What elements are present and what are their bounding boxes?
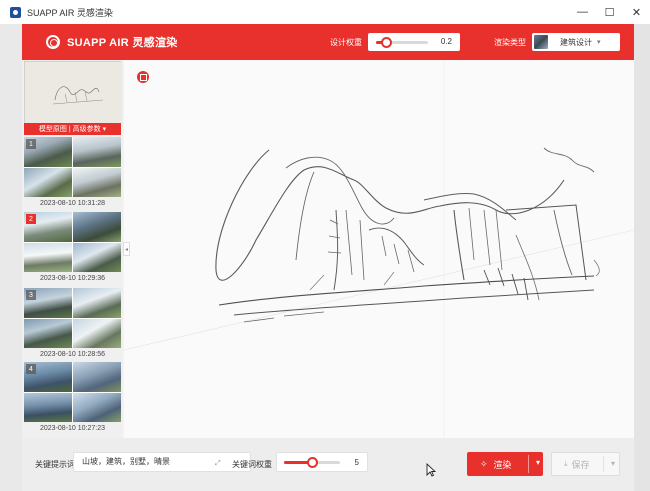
brand-logo-icon	[46, 35, 60, 49]
render-button-divider	[528, 455, 529, 473]
expand-icon[interactable]: ⤢	[215, 460, 221, 468]
history-number-badge: 1	[26, 139, 36, 149]
history-number-badge: 4	[26, 364, 36, 374]
bottom-toolbar: 关键提示词 山坡，建筑，别墅，晴景 ⤢ 关键词权重 5 ✧ 渲染 ▾ ⤓ 保存 …	[22, 438, 634, 491]
history-number-badge: 2	[26, 214, 36, 224]
history-item[interactable]: 1 2023-08-10 10:31:28	[24, 137, 121, 209]
maximize-button[interactable]: ☐	[596, 0, 623, 24]
render-thumbnail	[73, 362, 121, 392]
render-thumbnail	[73, 137, 121, 167]
original-sketch-thumbnail	[25, 62, 122, 124]
design-weight-knob[interactable]	[381, 37, 393, 48]
minimize-button[interactable]: —	[569, 0, 596, 24]
chevron-left-icon[interactable]: ◂	[123, 242, 130, 256]
keyword-prompt-input[interactable]: 山坡，建筑，别墅，晴景	[73, 452, 251, 472]
design-weight-track[interactable]	[376, 37, 428, 48]
history-item[interactable]: 4 2023-08-10 10:27:23	[24, 362, 121, 434]
history-timestamp: 2023-08-10 10:31:28	[40, 200, 105, 207]
keyword-weight-label: 关键词权重	[232, 460, 272, 469]
save-button[interactable]: ⤓ 保存 ▾	[551, 452, 620, 476]
history-item[interactable]: 2 2023-08-10 10:29:36	[24, 212, 121, 284]
history-timestamp: 2023-08-10 10:29:36	[40, 275, 105, 282]
sketch-image	[124, 60, 634, 438]
render-options-chevron-icon[interactable]: ▾	[536, 458, 540, 467]
download-icon: ⤓	[564, 459, 568, 468]
history-thumbnail-grid	[24, 288, 121, 348]
window-controls: — ☐ ✕	[569, 0, 650, 24]
render-thumbnail	[24, 318, 72, 348]
app-window: SUAPP AIR 灵感渲染 — ☐ ✕ SUAPP AIR 灵感渲染 设计权重…	[0, 0, 650, 491]
render-type-value: 建筑设计	[560, 37, 592, 47]
render-button[interactable]: ✧ 渲染 ▾	[467, 452, 543, 476]
header-controls: 设计权重 0.2 渲染类型 建筑设计 ▾	[330, 31, 620, 53]
chevron-down-icon: ▾	[597, 39, 601, 46]
window-title: SUAPP AIR 灵感渲染	[27, 7, 113, 18]
keyword-prompt-label: 关键提示词	[35, 460, 75, 469]
brand-name: SUAPP AIR 灵感渲染	[67, 37, 178, 49]
history-thumbnail-grid	[24, 362, 121, 422]
render-thumbnail	[73, 242, 121, 272]
render-thumbnail	[73, 288, 121, 318]
render-thumbnail	[73, 392, 121, 422]
render-type-label: 渲染类型	[494, 37, 526, 47]
render-thumbnail	[24, 167, 72, 197]
design-weight-label: 设计权重	[330, 37, 362, 47]
history-thumbnail-grid	[24, 137, 121, 197]
render-thumbnail	[24, 392, 72, 422]
left-background-strip	[0, 24, 22, 491]
render-thumbnail	[73, 318, 121, 348]
render-thumbnail	[24, 242, 72, 272]
original-advanced-tab-label: 模型原图 | 高级参数	[38, 126, 101, 133]
history-timestamp: 2023-08-10 10:27:23	[40, 425, 105, 432]
keyword-weight-knob[interactable]	[307, 457, 318, 468]
history-sidebar: 模型原图 | 高级参数 ▾ 1 2023-08-10 10:31:28 2 20…	[22, 60, 123, 438]
render-type-select[interactable]: 建筑设计 ▾	[532, 33, 620, 51]
render-thumbnail	[73, 167, 121, 197]
title-bar: SUAPP AIR 灵感渲染 — ☐ ✕	[0, 0, 650, 24]
sketch-canvas[interactable]	[124, 60, 634, 438]
wand-icon: ✧	[480, 458, 488, 469]
design-weight-value: 0.2	[440, 37, 452, 46]
history-timestamp: 2023-08-10 10:28:56	[40, 351, 105, 358]
app-header: SUAPP AIR 灵感渲染 设计权重 0.2 渲染类型 建筑设计 ▾	[22, 24, 634, 60]
close-button[interactable]: ✕	[623, 0, 650, 24]
right-background-strip	[634, 24, 650, 491]
keyword-weight-slider[interactable]: 5	[276, 452, 368, 472]
app-logo-icon	[10, 6, 21, 18]
keyword-weight-track[interactable]	[284, 457, 340, 468]
history-number-badge: 3	[26, 290, 36, 300]
chevron-down-icon: ▾	[100, 126, 107, 133]
save-options-chevron-icon[interactable]: ▾	[611, 459, 615, 468]
keyword-weight-value: 5	[354, 458, 359, 467]
render-button-label: 渲染	[493, 459, 512, 470]
crop-icon[interactable]	[137, 71, 149, 83]
render-type-thumbnail	[534, 35, 548, 49]
save-button-label: 保存	[571, 459, 590, 470]
original-advanced-tab[interactable]: 模型原图 | 高级参数 ▾	[24, 123, 121, 135]
save-button-divider	[603, 456, 604, 472]
mouse-cursor-icon	[426, 463, 436, 477]
history-thumbnail-grid	[24, 212, 121, 272]
design-weight-slider[interactable]: 0.2	[368, 33, 460, 51]
render-thumbnail	[73, 212, 121, 242]
history-item[interactable]: 3 2023-08-10 10:28:56	[24, 288, 121, 360]
